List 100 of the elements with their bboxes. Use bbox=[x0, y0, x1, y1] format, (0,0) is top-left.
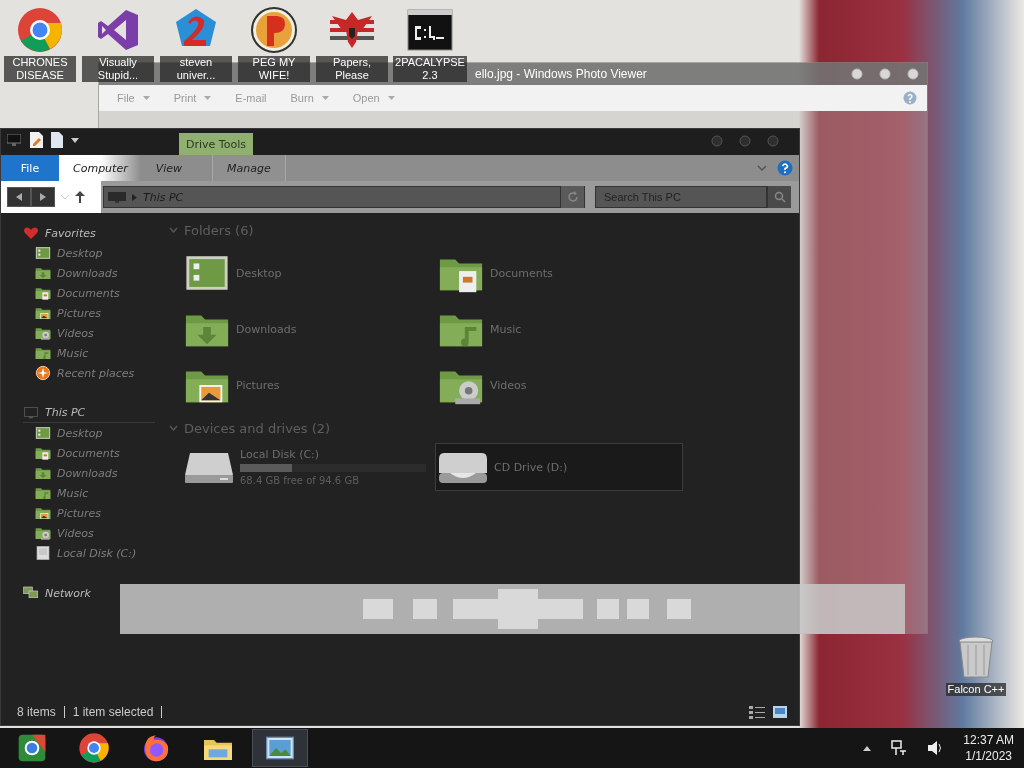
network-icon bbox=[23, 585, 39, 601]
shortcut-label[interactable]: PEG MY WIFE! bbox=[238, 56, 310, 82]
ribbon-tab[interactable]: View bbox=[141, 155, 197, 181]
folder-tile[interactable]: Desktop bbox=[181, 245, 435, 301]
nav-item[interactable]: Documents bbox=[23, 283, 120, 303]
window-control-icon[interactable] bbox=[879, 68, 891, 80]
left-arrow-icon bbox=[16, 193, 22, 201]
address-text: This PC bbox=[143, 190, 184, 204]
folder-tile[interactable]: Music bbox=[435, 301, 683, 357]
chrome-logo-icon bbox=[16, 6, 64, 54]
folder-tile[interactable]: Documents bbox=[435, 245, 683, 301]
back-button[interactable] bbox=[7, 187, 31, 207]
terminal-icon bbox=[406, 6, 454, 54]
clock-star-icon bbox=[35, 365, 51, 381]
desktop-icon bbox=[35, 425, 51, 441]
heart-icon bbox=[23, 225, 39, 241]
nav-group-item[interactable]: Network bbox=[23, 583, 91, 603]
shortcut-label[interactable]: CHRONES DISEASE bbox=[4, 56, 76, 82]
clock[interactable]: 12:37 AM 1/1/2023 bbox=[963, 732, 1014, 764]
menu-item[interactable]: Print bbox=[165, 90, 220, 106]
caret-icon bbox=[321, 96, 329, 100]
folder-tile[interactable]: Downloads bbox=[181, 301, 435, 357]
drive-icon bbox=[35, 545, 51, 561]
music-folder-icon bbox=[35, 345, 51, 361]
help-icon[interactable] bbox=[903, 91, 917, 105]
nav-item[interactable]: Downloads bbox=[23, 263, 118, 283]
nav-item[interactable]: Desktop bbox=[23, 243, 103, 263]
network-icon[interactable] bbox=[891, 740, 908, 756]
caret-icon bbox=[204, 96, 212, 100]
shortcut-label[interactable]: steven univer... bbox=[160, 56, 232, 82]
speaker-icon[interactable] bbox=[927, 740, 944, 756]
window-control-icon[interactable] bbox=[711, 135, 723, 147]
nav-item[interactable]: Videos bbox=[23, 523, 94, 543]
menu-item[interactable]: File bbox=[109, 90, 158, 106]
ribbon-tab[interactable]: Computer bbox=[59, 155, 142, 181]
nav-item[interactable]: Videos bbox=[23, 323, 94, 343]
properties-page-icon[interactable] bbox=[29, 132, 43, 148]
desktop-icon bbox=[35, 245, 51, 261]
trash-bin-icon[interactable] bbox=[956, 635, 996, 679]
address-bar[interactable]: This PC bbox=[103, 186, 585, 208]
videos-folder-icon bbox=[35, 525, 51, 541]
window-control-icon[interactable] bbox=[739, 135, 751, 147]
nav-item[interactable]: Pictures bbox=[23, 303, 102, 323]
window-control-icon[interactable] bbox=[767, 135, 779, 147]
caret-up-icon[interactable] bbox=[863, 745, 872, 751]
monitor-icon[interactable] bbox=[7, 134, 21, 146]
refresh-button[interactable] bbox=[560, 186, 584, 208]
group-header[interactable]: Devices and drives (2) bbox=[184, 420, 331, 436]
window-title: ello.jpg - Windows Photo Viewer bbox=[474, 67, 648, 81]
caret-icon bbox=[142, 96, 150, 100]
window-control-icon[interactable] bbox=[907, 68, 919, 80]
shortcut-label[interactable]: Falcon C++ bbox=[945, 683, 1007, 696]
drive-tile[interactable]: CD Drive (D:) bbox=[435, 443, 683, 491]
file-menu-button[interactable]: File bbox=[1, 155, 59, 181]
nav-item[interactable]: Pictures bbox=[23, 503, 102, 523]
window-control-icon[interactable] bbox=[851, 68, 863, 80]
right-arrow-icon bbox=[40, 193, 46, 201]
folder-tile[interactable]: Videos bbox=[435, 357, 683, 413]
nav-group-item[interactable]: This PC bbox=[23, 403, 155, 423]
folder-tile[interactable]: Pictures bbox=[181, 357, 435, 413]
nav-item[interactable]: Desktop bbox=[23, 423, 103, 443]
download-folder-icon bbox=[35, 465, 51, 481]
menu-item[interactable]: Open bbox=[344, 90, 403, 106]
forward-button[interactable] bbox=[31, 187, 55, 207]
up-arrow-icon[interactable] bbox=[75, 191, 85, 203]
search-button[interactable] bbox=[767, 186, 791, 208]
monitor-icon bbox=[23, 404, 39, 421]
nav-item[interactable]: Local Disk (C:) bbox=[23, 543, 137, 563]
chevron-down-icon[interactable] bbox=[169, 227, 178, 233]
breadcrumb-arrow-icon[interactable] bbox=[132, 193, 137, 201]
music-folder-icon bbox=[35, 485, 51, 501]
menu-item[interactable]: Burn bbox=[282, 90, 337, 106]
caret-icon[interactable] bbox=[71, 137, 79, 143]
shortcut-label[interactable]: Papers, Please bbox=[316, 56, 388, 82]
status-text: 8 items bbox=[17, 705, 56, 719]
chrome-logo-icon bbox=[78, 732, 110, 764]
help-icon[interactable] bbox=[777, 160, 793, 176]
videos-folder-icon bbox=[35, 325, 51, 341]
chrome-logo-icon bbox=[16, 732, 48, 764]
nav-item[interactable]: Documents bbox=[23, 443, 120, 463]
pictures-folder-icon bbox=[35, 505, 51, 521]
nav-item[interactable]: Music bbox=[23, 343, 89, 363]
context-tab-header: Drive Tools bbox=[179, 133, 253, 155]
details-view-icon[interactable] bbox=[749, 705, 765, 719]
nav-item[interactable]: Downloads bbox=[23, 463, 118, 483]
nav-item[interactable]: Recent places bbox=[23, 363, 135, 383]
taskbar-button[interactable] bbox=[252, 729, 308, 767]
nav-item[interactable]: Music bbox=[23, 483, 89, 503]
nav-group-item[interactable]: Favorites bbox=[23, 223, 96, 243]
refresh-icon bbox=[566, 191, 579, 203]
blank-page-icon[interactable] bbox=[51, 132, 63, 148]
documents-folder-icon bbox=[35, 285, 51, 301]
caret-icon bbox=[387, 96, 395, 100]
menu-item[interactable]: E-mail bbox=[227, 90, 275, 106]
chevron-down-icon[interactable] bbox=[169, 425, 178, 431]
shortcut-label[interactable]: 2PACALYPSE 2.3 bbox=[393, 56, 467, 82]
chevron-down-icon[interactable] bbox=[757, 164, 767, 172]
large-icons-view-icon[interactable] bbox=[773, 706, 787, 718]
shortcut-label[interactable]: Visually Stupid... bbox=[82, 56, 154, 82]
group-header[interactable]: Folders (6) bbox=[184, 222, 254, 238]
